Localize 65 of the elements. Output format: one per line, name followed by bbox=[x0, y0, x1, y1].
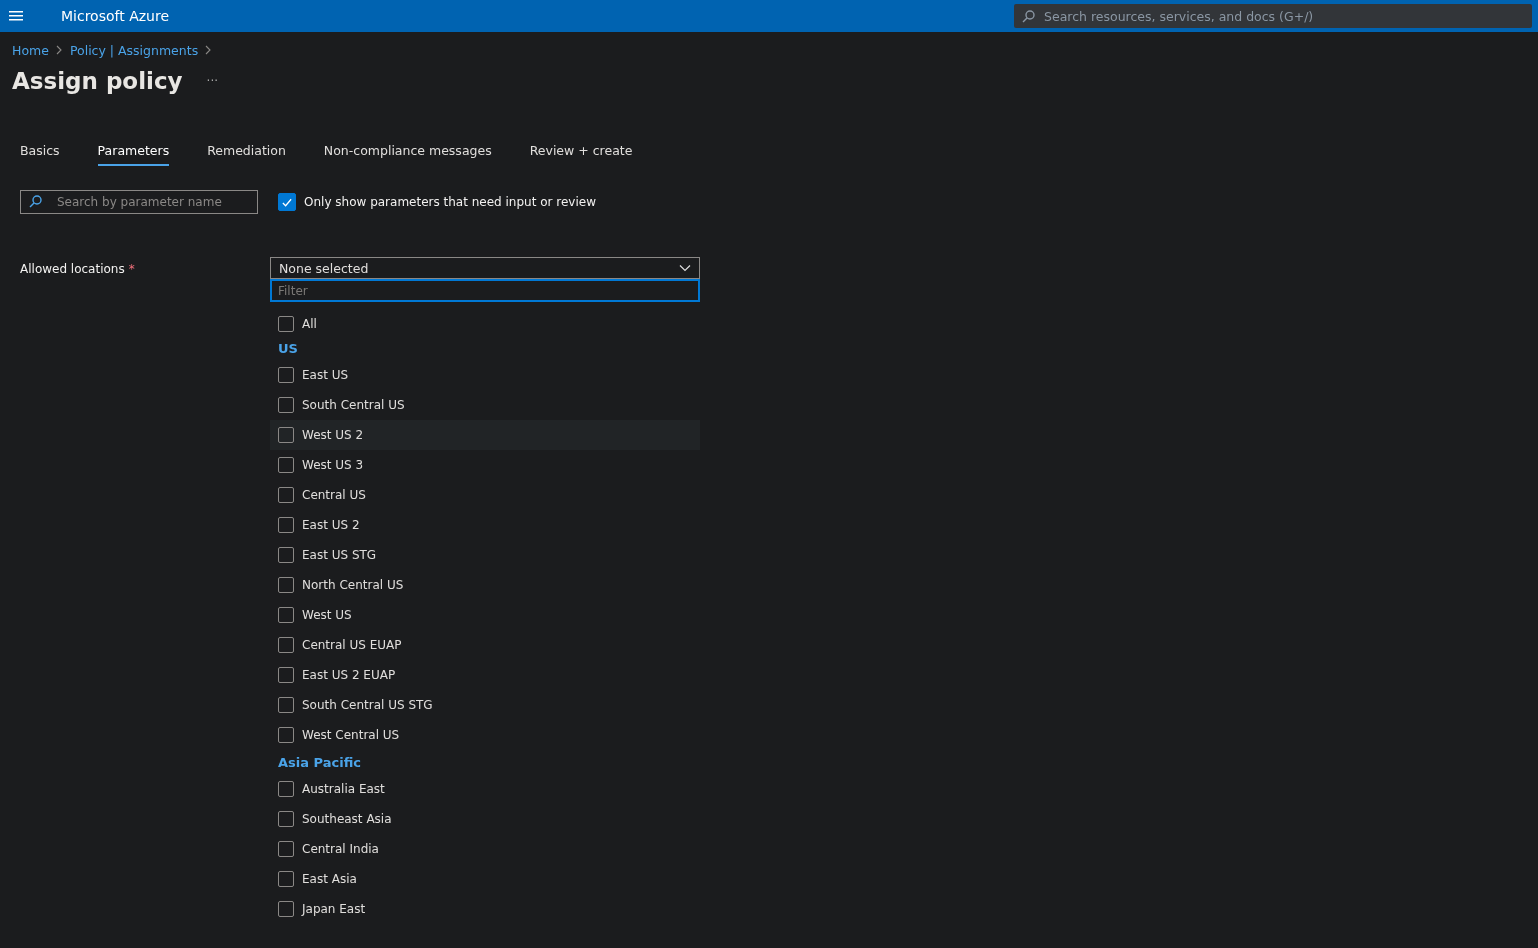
option-label: North Central US bbox=[302, 578, 404, 592]
more-button[interactable]: ··· bbox=[206, 74, 219, 88]
chevron-down-icon bbox=[679, 264, 691, 272]
tab[interactable]: Remediation bbox=[207, 139, 286, 166]
app-title[interactable]: Microsoft Azure bbox=[61, 8, 170, 24]
checkbox[interactable] bbox=[278, 577, 294, 593]
checkbox[interactable] bbox=[278, 316, 294, 332]
option-label: Japan East bbox=[302, 902, 366, 916]
checkbox[interactable] bbox=[278, 871, 294, 887]
option-label: West Central US bbox=[302, 728, 400, 742]
option-label: Australia East bbox=[302, 782, 385, 796]
checkbox[interactable] bbox=[278, 901, 294, 917]
breadcrumb-link[interactable]: Policy | Assignments bbox=[69, 42, 199, 58]
checkmark-icon bbox=[281, 196, 293, 208]
option-label: Central US bbox=[302, 488, 366, 502]
option-label: All bbox=[302, 317, 317, 331]
group-heading: US bbox=[277, 339, 299, 358]
option-label: West US bbox=[302, 608, 352, 622]
list-item[interactable]: West US 2 bbox=[270, 420, 700, 450]
checkbox[interactable] bbox=[278, 517, 294, 533]
option-label: East Asia bbox=[302, 872, 357, 886]
option-label: Central US EUAP bbox=[302, 638, 402, 652]
menu-icon[interactable] bbox=[9, 10, 23, 22]
checkbox[interactable] bbox=[278, 727, 294, 743]
option-label: East US 2 EUAP bbox=[302, 668, 396, 682]
checkbox[interactable] bbox=[278, 811, 294, 827]
checkbox[interactable] bbox=[278, 667, 294, 683]
checkbox[interactable] bbox=[278, 457, 294, 473]
option-label: West US 2 bbox=[302, 428, 364, 442]
required-mark: * bbox=[128, 262, 135, 276]
checkbox[interactable] bbox=[278, 781, 294, 797]
filter-field[interactable]: Filter bbox=[270, 279, 700, 302]
checkbox[interactable] bbox=[278, 427, 294, 443]
tab[interactable]: Review + create bbox=[529, 139, 633, 166]
breadcrumb-link[interactable]: Home bbox=[12, 42, 49, 58]
option-label: East US 2 bbox=[302, 518, 360, 532]
checkbox[interactable] bbox=[278, 397, 294, 413]
checkbox[interactable] bbox=[278, 637, 294, 653]
option-label: Southeast Asia bbox=[302, 812, 392, 826]
field-label: Allowed locations bbox=[20, 262, 125, 276]
checkbox[interactable] bbox=[278, 487, 294, 503]
checkbox[interactable] bbox=[278, 547, 294, 563]
dropdown[interactable]: None selected bbox=[270, 257, 700, 279]
option-label: West US 3 bbox=[302, 458, 364, 472]
option-label: East US bbox=[302, 368, 349, 382]
group-heading: Asia Pacific bbox=[277, 753, 362, 772]
tab[interactable]: Non-compliance messages bbox=[323, 139, 492, 166]
tab[interactable]: Basics bbox=[20, 139, 60, 166]
checkbox[interactable] bbox=[278, 607, 294, 623]
checkbox[interactable] bbox=[278, 697, 294, 713]
option-label: East US STG bbox=[302, 548, 377, 562]
checkbox[interactable] bbox=[278, 841, 294, 857]
option-label: South Central US bbox=[302, 398, 405, 412]
checkbox[interactable] bbox=[278, 367, 294, 383]
page-title: Assign policy bbox=[12, 68, 183, 94]
chevron-icon bbox=[205, 45, 213, 55]
checkbox[interactable] bbox=[278, 193, 296, 211]
checkbox-label: Only show parameters that need input or review bbox=[304, 195, 596, 209]
chevron-icon bbox=[55, 45, 63, 55]
search-icon bbox=[29, 195, 42, 208]
option-label: South Central US STG bbox=[302, 698, 433, 712]
search-field[interactable]: Search resources, services, and docs (G+/) bbox=[1014, 4, 1532, 28]
search-field[interactable]: Search by parameter name bbox=[20, 190, 258, 214]
tab[interactable]: Parameters bbox=[97, 139, 170, 166]
option-label: Central India bbox=[302, 842, 379, 856]
